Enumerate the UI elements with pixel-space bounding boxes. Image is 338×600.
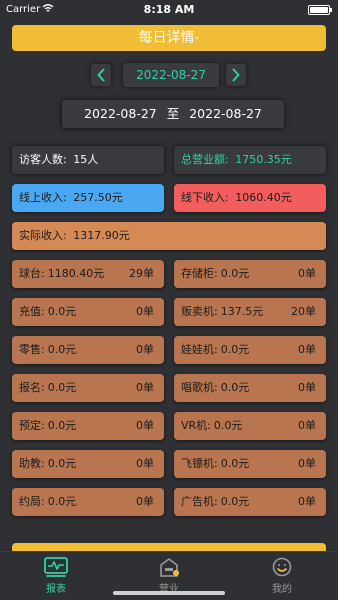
battery-icon [308, 5, 332, 15]
income-item-card[interactable]: 约局: 0.0元 0单 [12, 488, 164, 516]
item-order-count: 0单 [136, 381, 154, 394]
offline-income-card: 线下收入: 1060.40元 [174, 184, 326, 212]
item-value: 0.0元 [47, 419, 77, 432]
item-value: 0.0元 [220, 381, 250, 394]
range-end-date: 2022-08-27 [189, 106, 262, 121]
item-value: 0.0元 [47, 457, 77, 470]
item-label: 存储柜: [181, 267, 218, 280]
previous-day-button[interactable] [91, 64, 111, 86]
chevron-right-icon [232, 68, 240, 82]
income-item-card[interactable]: 助教: 0.0元 0单 [12, 450, 164, 478]
income-item-card[interactable]: VR机: 0.0元 0单 [174, 412, 326, 440]
online-income-value: 257.50元 [73, 191, 123, 204]
item-order-count: 29单 [129, 267, 154, 280]
item-value: 0.0元 [47, 305, 77, 318]
income-item-card[interactable]: 存储柜: 0.0元 0单 [174, 260, 326, 288]
report-icon [44, 557, 68, 577]
item-value: 137.5元 [220, 305, 264, 318]
item-label: 唱歌机: [181, 381, 218, 394]
visitor-count-value: 15人 [73, 153, 99, 166]
current-date-picker[interactable]: 2022-08-27 [123, 63, 219, 87]
item-label: 报名: [19, 381, 45, 394]
item-order-count: 0单 [298, 343, 316, 356]
item-value: 0.0元 [220, 343, 250, 356]
tab-report-label: 报表 [46, 584, 66, 595]
income-item-card[interactable]: 飞镖机: 0.0元 0单 [174, 450, 326, 478]
income-item-card[interactable]: 预定: 0.0元 0单 [12, 412, 164, 440]
item-label: 零售: [19, 343, 45, 356]
tab-profile-label: 我的 [272, 584, 292, 595]
offline-income-value: 1060.40元 [235, 191, 292, 204]
next-day-button[interactable] [226, 64, 246, 86]
item-order-count: 0单 [298, 495, 316, 508]
item-order-count: 0单 [298, 457, 316, 470]
item-order-count: 0单 [136, 305, 154, 318]
item-value: 1180.40元 [47, 267, 105, 280]
income-item-card[interactable]: 娃娃机: 0.0元 0单 [174, 336, 326, 364]
item-label: 贩卖机: [181, 305, 218, 318]
item-order-count: 0单 [298, 419, 316, 432]
item-label: 预定: [19, 419, 45, 432]
chevron-left-icon [97, 68, 105, 82]
item-value: 0.0元 [47, 495, 77, 508]
item-value: 0.0元 [47, 343, 77, 356]
range-start-date: 2022-08-27 [84, 106, 157, 121]
item-value: 0.0元 [220, 495, 250, 508]
range-separator: 至 [166, 106, 180, 121]
offline-income-label: 线下收入: [181, 191, 229, 204]
item-order-count: 0单 [136, 495, 154, 508]
page-title: 每日详情- [12, 25, 326, 51]
visitor-count-label: 访客人数: [19, 153, 67, 166]
date-navigator: 2022-08-27 [0, 63, 338, 87]
item-label: 约局: [19, 495, 45, 508]
tab-profile[interactable]: 我的 [247, 556, 317, 595]
income-item-card[interactable]: 球台: 1180.40元 29单 [12, 260, 164, 288]
profile-icon [272, 557, 292, 577]
online-income-card: 线上收入: 257.50元 [12, 184, 164, 212]
item-order-count: 0单 [136, 343, 154, 356]
tab-report[interactable]: 报表 [21, 556, 91, 595]
item-order-count: 0单 [298, 381, 316, 394]
date-range-selector[interactable]: 2022-08-27 至 2022-08-27 [62, 100, 284, 128]
item-label: 充值: [19, 305, 45, 318]
income-item-card[interactable]: 充值: 0.0元 0单 [12, 298, 164, 326]
store-icon [160, 558, 179, 577]
item-label: 飞镖机: [181, 457, 218, 470]
total-revenue-value: 1750.35元 [235, 153, 292, 166]
item-order-count: 0单 [136, 457, 154, 470]
item-label: 娃娃机: [181, 343, 218, 356]
income-item-card[interactable]: 零售: 0.0元 0单 [12, 336, 164, 364]
total-revenue-label: 总营业额: [181, 153, 229, 166]
actual-income-label: 实际收入: [19, 229, 67, 242]
visitor-count-card: 访客人数: 15人 [12, 146, 164, 174]
online-income-label: 线上收入: [19, 191, 67, 204]
item-value: 0.0元 [220, 267, 250, 280]
income-item-card[interactable]: 报名: 0.0元 0单 [12, 374, 164, 402]
item-label: 广告机: [181, 495, 218, 508]
status-bar: Carrier 8:18 AM [0, 0, 338, 20]
income-item-card[interactable]: 广告机: 0.0元 0单 [174, 488, 326, 516]
tab-business[interactable]: 营业 [134, 556, 204, 595]
home-indicator [113, 591, 225, 595]
income-item-card[interactable]: 贩卖机: 137.5元 20单 [174, 298, 326, 326]
actual-income-card: 实际收入: 1317.90元 [12, 222, 326, 250]
item-order-count: 0单 [298, 267, 316, 280]
income-item-card[interactable]: 唱歌机: 0.0元 0单 [174, 374, 326, 402]
item-value: 0.0元 [220, 457, 250, 470]
item-value: 0.0元 [213, 419, 243, 432]
actual-income-value: 1317.90元 [73, 229, 130, 242]
item-label: VR机: [181, 419, 211, 432]
item-label: 球台: [19, 267, 45, 280]
total-revenue-card: 总营业额: 1750.35元 [174, 146, 326, 174]
item-label: 助教: [19, 457, 45, 470]
item-order-count: 20单 [291, 305, 316, 318]
status-time: 8:18 AM [143, 3, 195, 16]
item-value: 0.0元 [47, 381, 77, 394]
item-order-count: 0单 [136, 419, 154, 432]
